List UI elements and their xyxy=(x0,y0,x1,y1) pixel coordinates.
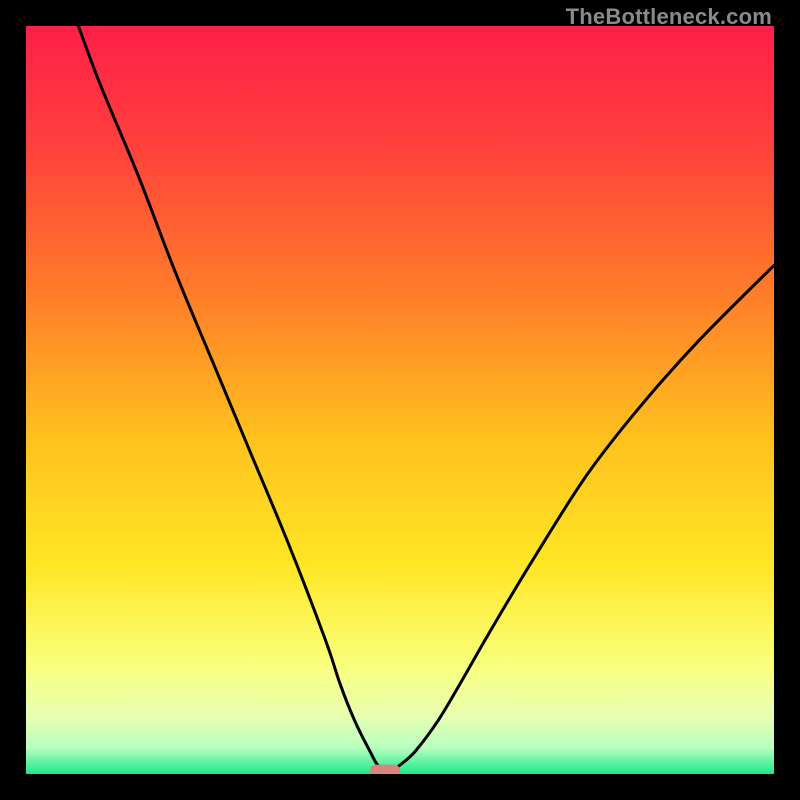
gradient-background xyxy=(26,26,774,774)
chart-frame: TheBottleneck.com xyxy=(0,0,800,800)
plot-area xyxy=(26,26,774,774)
optimal-marker xyxy=(370,765,400,774)
bottleneck-chart xyxy=(26,26,774,774)
